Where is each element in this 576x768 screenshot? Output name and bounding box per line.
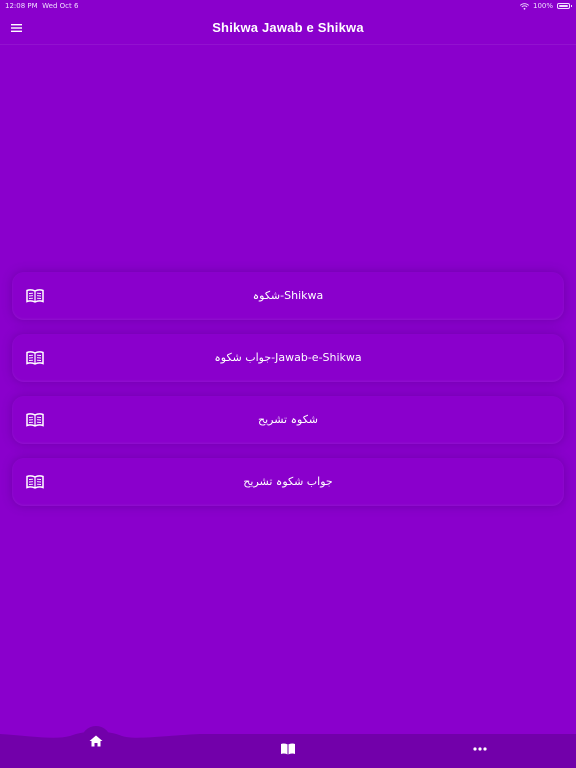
nav-more-button[interactable] bbox=[465, 734, 495, 764]
bottom-nav bbox=[0, 726, 576, 768]
status-right: 100% bbox=[519, 0, 572, 12]
status-date: Wed Oct 6 bbox=[42, 2, 79, 10]
app-bar: Shikwa Jawab e Shikwa bbox=[0, 12, 576, 45]
menu-item-jawab-e-shikwa[interactable]: جواب شکوہ-Jawab-e-Shikwa bbox=[12, 334, 564, 382]
page-title: Shikwa Jawab e Shikwa bbox=[212, 20, 364, 35]
home-icon bbox=[89, 735, 103, 747]
battery-percent: 100% bbox=[532, 2, 553, 10]
status-bar: 12:08 PM Wed Oct 6 100% bbox=[0, 0, 576, 12]
battery-icon bbox=[557, 3, 572, 9]
menu-item-label: شکوہ تشریح bbox=[257, 413, 319, 426]
nav-book-button[interactable] bbox=[273, 734, 303, 764]
menu-item-label: جواب شکوہ تشریح bbox=[243, 475, 333, 488]
status-left: 12:08 PM Wed Oct 6 bbox=[5, 0, 78, 12]
nav-home-button[interactable] bbox=[81, 726, 111, 756]
wifi-icon bbox=[519, 2, 529, 10]
book-open-icon bbox=[281, 743, 295, 755]
menu-item-shikwa[interactable]: شکوہ-Shikwa bbox=[12, 272, 564, 320]
menu-item-shikwa-tashreeh[interactable]: شکوہ تشریح bbox=[12, 396, 564, 444]
menu-item-jawab-shikwa-tashreeh[interactable]: جواب شکوہ تشریح bbox=[12, 458, 564, 506]
menu-list: شکوہ-Shikwa جواب شکوہ-Jawab-e-Shikwa شکو… bbox=[12, 272, 564, 520]
menu-item-label: شکوہ-Shikwa bbox=[252, 289, 324, 302]
more-dots-icon bbox=[473, 747, 487, 751]
menu-item-label: جواب شکوہ-Jawab-e-Shikwa bbox=[214, 351, 362, 364]
status-time: 12:08 PM bbox=[5, 2, 38, 10]
